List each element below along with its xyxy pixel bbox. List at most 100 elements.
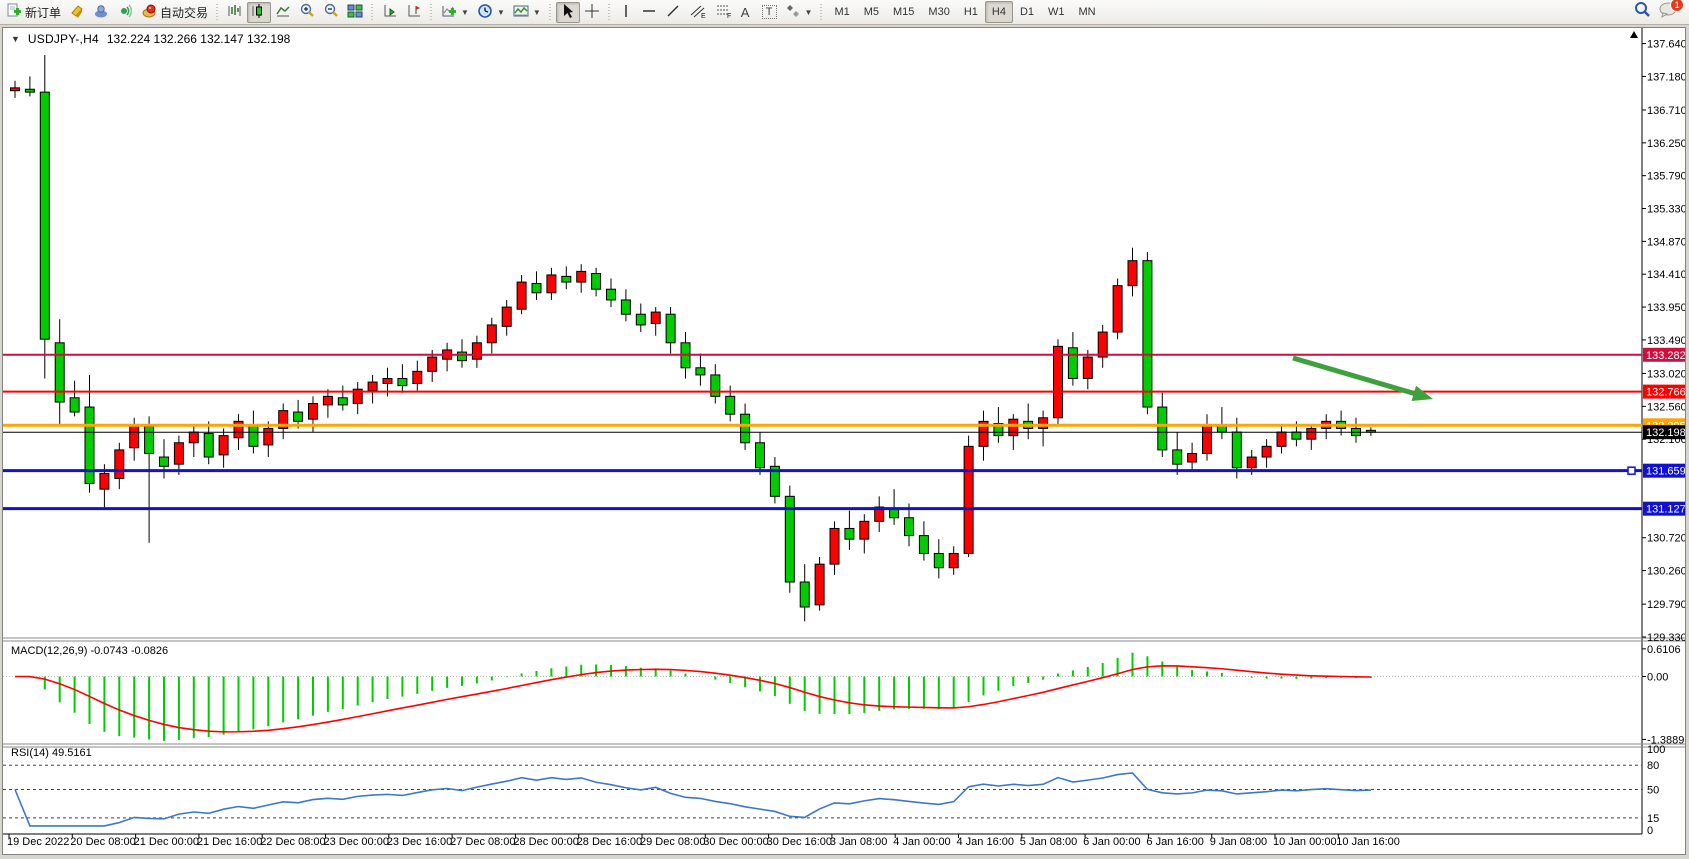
price-badge-label: 132.198 bbox=[1646, 427, 1685, 439]
chevron-down-icon: ▼ bbox=[461, 8, 469, 17]
crosshair-button[interactable] bbox=[580, 2, 604, 23]
candle bbox=[145, 426, 154, 453]
candle bbox=[189, 432, 198, 443]
templates-button[interactable]: ▼ bbox=[509, 2, 545, 23]
price-tick-label: 130.720 bbox=[1647, 533, 1685, 545]
candle bbox=[1173, 450, 1182, 464]
market-button[interactable] bbox=[65, 2, 89, 23]
zoom-in-button[interactable] bbox=[295, 2, 319, 23]
chart-canvas[interactable]: 137.640137.180136.710136.250135.790135.3… bbox=[3, 28, 1685, 854]
svg-text:E: E bbox=[701, 13, 706, 19]
timeframe-button-m1[interactable]: M1 bbox=[827, 1, 856, 23]
zoom-out-button[interactable] bbox=[319, 2, 343, 23]
candlestick-chart-button[interactable] bbox=[247, 2, 271, 23]
new-order-button[interactable]: 新订单 bbox=[2, 2, 65, 23]
toolbar-separator bbox=[547, 2, 554, 22]
toolbar-separator bbox=[818, 2, 825, 22]
horizontal-line-button[interactable] bbox=[637, 2, 661, 23]
trendline-button[interactable] bbox=[661, 2, 685, 23]
new-order-icon bbox=[6, 3, 22, 22]
candle bbox=[1068, 348, 1077, 379]
arrows-button[interactable]: ▼ bbox=[781, 2, 817, 23]
cursor-button[interactable] bbox=[556, 2, 580, 23]
line-chart-button[interactable] bbox=[271, 2, 295, 23]
indicators-icon bbox=[441, 3, 457, 22]
community-button[interactable] bbox=[89, 2, 113, 23]
signals-button[interactable] bbox=[113, 2, 137, 23]
candle bbox=[830, 528, 839, 564]
crosshair-icon bbox=[584, 3, 600, 22]
price-tick-label: 133.950 bbox=[1647, 302, 1685, 314]
price-badge-label: 131.659 bbox=[1646, 466, 1685, 478]
candle bbox=[398, 378, 407, 385]
time-tick-label: 21 Dec 16:00 bbox=[197, 836, 262, 848]
fibonacci-icon: F bbox=[715, 3, 733, 22]
time-tick-label: 28 Dec 00:00 bbox=[513, 836, 578, 848]
price-tick-label: 132.560 bbox=[1647, 401, 1685, 413]
vertical-line-button[interactable] bbox=[615, 2, 637, 23]
timeframe-button-m5[interactable]: M5 bbox=[857, 1, 886, 23]
rsi-axis-label: 50 bbox=[1647, 785, 1659, 797]
candle bbox=[174, 443, 183, 464]
auto-scroll-button[interactable] bbox=[378, 2, 402, 23]
timeframe-button-w1[interactable]: W1 bbox=[1041, 1, 1072, 23]
candle bbox=[845, 528, 854, 539]
bar-chart-button[interactable] bbox=[223, 2, 247, 23]
candle bbox=[1277, 432, 1286, 446]
price-tick-label: 133.020 bbox=[1647, 368, 1685, 380]
svg-text:F: F bbox=[727, 13, 731, 19]
candle bbox=[547, 275, 556, 293]
time-tick-label: 21 Dec 00:00 bbox=[134, 836, 199, 848]
rsi-axis-label: 15 bbox=[1647, 813, 1659, 825]
periods-button[interactable]: ▼ bbox=[473, 2, 509, 23]
market-icon bbox=[69, 3, 85, 22]
chart-menu-caret[interactable]: ▼ bbox=[11, 34, 20, 44]
autotrading-button[interactable]: 自动交易 bbox=[137, 2, 212, 23]
candle bbox=[696, 368, 705, 375]
candle bbox=[1292, 432, 1301, 439]
candle bbox=[607, 289, 616, 300]
auto-scroll-icon bbox=[382, 3, 398, 22]
candle bbox=[160, 457, 169, 466]
macd-pane-label: MACD(12,26,9) -0.0743 -0.0826 bbox=[11, 645, 168, 657]
indicators-button[interactable]: ▼ bbox=[437, 2, 473, 23]
time-tick-label: 30 Dec 00:00 bbox=[703, 836, 768, 848]
candle bbox=[1128, 261, 1137, 286]
trend-arrow-line[interactable] bbox=[1293, 358, 1418, 395]
candle bbox=[919, 536, 928, 554]
toolbar-separator bbox=[606, 2, 613, 22]
time-tick-label: 22 Dec 08:00 bbox=[260, 836, 325, 848]
candle bbox=[1203, 425, 1212, 454]
timeframe-button-d1[interactable]: D1 bbox=[1013, 1, 1041, 23]
text-button[interactable]: A bbox=[737, 2, 758, 23]
candle bbox=[1247, 457, 1256, 468]
chart-shift-icon bbox=[406, 3, 422, 22]
price-tick-label: 133.490 bbox=[1647, 335, 1685, 347]
chart-window[interactable]: ▼ USDJPY-,H4 132.224 132.266 132.147 132… bbox=[2, 27, 1686, 855]
time-tick-label: 9 Jan 08:00 bbox=[1210, 836, 1268, 848]
trend-arrow-head[interactable] bbox=[1412, 386, 1433, 401]
timeframe-button-m15[interactable]: M15 bbox=[886, 1, 921, 23]
timeframe-button-h4[interactable]: H4 bbox=[985, 1, 1013, 23]
tile-windows-button[interactable] bbox=[343, 2, 367, 23]
text-label-button[interactable]: T bbox=[758, 2, 781, 23]
time-tick-label: 19 Dec 2022 bbox=[7, 836, 69, 848]
tile-windows-icon bbox=[347, 3, 363, 22]
candles-group bbox=[11, 55, 1376, 621]
line-handle[interactable] bbox=[1628, 467, 1635, 474]
chart-shift-button[interactable] bbox=[402, 2, 426, 23]
timeframe-button-mn[interactable]: MN bbox=[1072, 1, 1103, 23]
fibonacci-button[interactable]: F bbox=[711, 2, 737, 23]
timeframe-button-h1[interactable]: H1 bbox=[957, 1, 985, 23]
candle bbox=[517, 282, 526, 309]
candle bbox=[323, 396, 332, 405]
candle bbox=[1098, 332, 1107, 357]
candle bbox=[249, 425, 258, 446]
candle bbox=[1083, 357, 1092, 378]
notifications-button[interactable]: 1 bbox=[1659, 2, 1677, 23]
channel-button[interactable]: E bbox=[685, 2, 711, 23]
search-icon[interactable] bbox=[1633, 1, 1651, 24]
candle bbox=[130, 425, 139, 448]
timeframe-button-m30[interactable]: M30 bbox=[921, 1, 956, 23]
candle bbox=[756, 443, 765, 468]
